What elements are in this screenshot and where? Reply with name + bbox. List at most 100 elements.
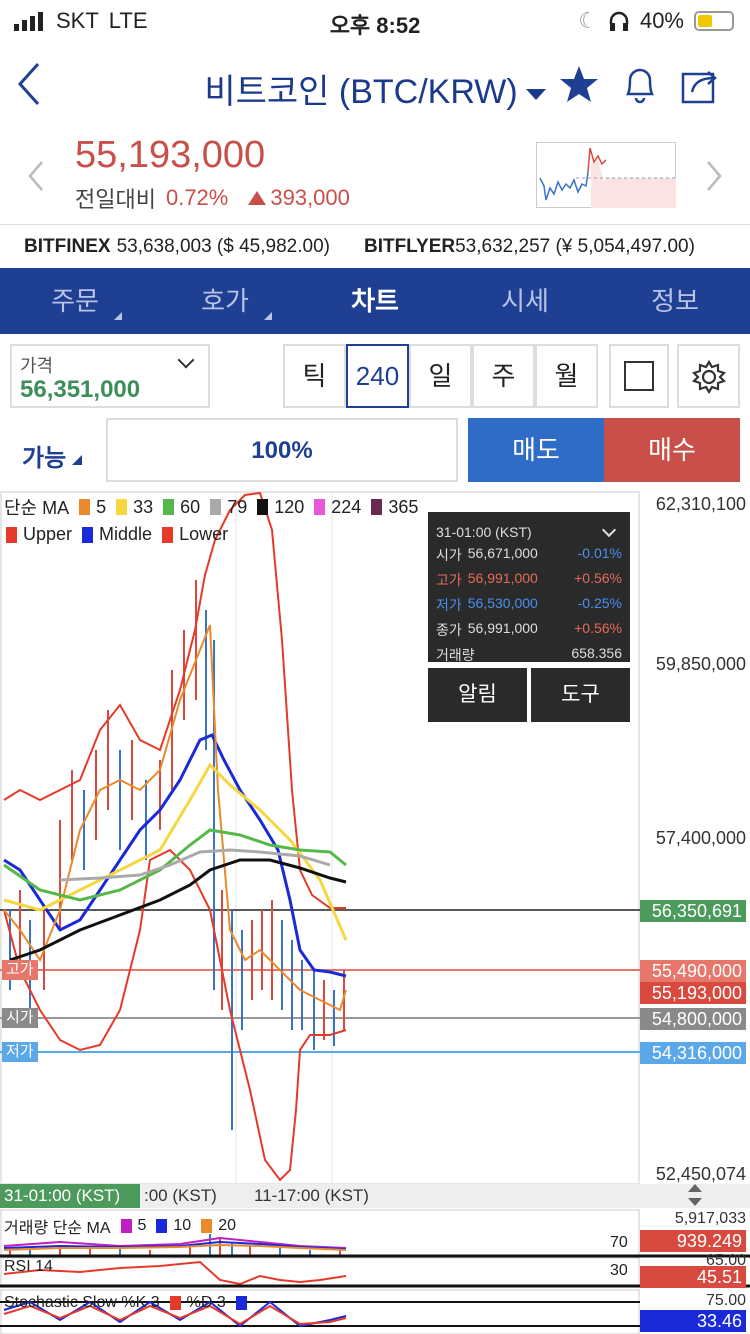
chart-canvas[interactable]: [0, 490, 750, 1334]
timeframe-tick[interactable]: 틱: [283, 344, 346, 408]
tooltip-value: [475, 645, 572, 665]
band-name: Lower: [179, 524, 229, 544]
ma-period: 79: [227, 496, 248, 517]
rsi-70-label: 70: [610, 1234, 628, 1251]
chevron-down-icon[interactable]: [601, 522, 617, 538]
left-open-tag: 시가: [2, 1008, 38, 1028]
stochastic-top-label: 75.00: [705, 1292, 746, 1309]
ma-5-swatch: [79, 499, 91, 515]
ma-224-swatch: [314, 499, 326, 515]
current-price: 55,193,000: [75, 134, 266, 176]
tooltip-pct: +0.56%: [574, 620, 622, 636]
tooltip-row: 저가 56,530,000 -0.25%: [436, 595, 622, 615]
mini-chart[interactable]: [536, 142, 676, 208]
left-high-tag: 고가: [2, 960, 38, 980]
tooltip-label: 고가: [436, 572, 462, 588]
exchange-prices: BITFINEX 53,638,003 ($ 45,982.00) BITFLY…: [0, 224, 750, 268]
prev-arrow-icon[interactable]: [24, 158, 48, 194]
tooltip-pct: 658.356: [571, 645, 622, 661]
tab-orderbook[interactable]: 호가: [150, 268, 300, 334]
up-triangle-icon: [248, 191, 267, 205]
vol-ma-period: 5: [137, 1217, 147, 1234]
middle-swatch: [82, 526, 94, 543]
buy-button[interactable]: 매수: [604, 418, 740, 482]
timeframe-day[interactable]: 일: [409, 344, 472, 408]
tooltip-label: 종가: [436, 622, 462, 638]
tab-quotes[interactable]: 시세: [450, 268, 600, 334]
exchange-name: BITFLYER: [363, 235, 456, 257]
price-summary: 55,193,000 전일대비 0.72% 393,000: [0, 130, 750, 222]
ma-365-swatch: [371, 499, 383, 515]
band-legend: Upper Middle Lower: [0, 524, 228, 545]
star-icon[interactable]: [558, 64, 600, 104]
tab-info[interactable]: 정보: [600, 268, 750, 334]
square-icon: [624, 361, 654, 391]
open-price-tag: 54,800,000: [640, 1008, 746, 1030]
timeframe-week[interactable]: 주: [472, 344, 535, 408]
exchange-value: 53,632,257 (¥ 5,054,497.00): [455, 235, 695, 257]
battery-icon: [694, 11, 734, 31]
headphones-icon: [609, 11, 629, 31]
ma-33-swatch: [116, 499, 128, 515]
x-tick-label: 31-01:00 (KST): [4, 1186, 121, 1205]
ma-120-swatch: [257, 499, 269, 515]
tab-label: 차트: [351, 286, 399, 316]
tooltip-value: 56,671,000: [467, 545, 538, 561]
bell-icon[interactable]: [620, 64, 660, 106]
exchange-value: 53,638,003 ($ 45,982.00): [116, 235, 330, 257]
volume-legend: 거래량 단순 MA 5 10 20: [4, 1214, 236, 1238]
tooltip-pct: -0.01%: [577, 545, 622, 561]
settings-button[interactable]: [677, 344, 740, 408]
rsi-label: RSI 14: [4, 1258, 53, 1275]
ma-60-swatch: [163, 499, 175, 515]
change-row: 전일대비 0.72% 393,000: [75, 182, 350, 214]
change-amount: 393,000: [270, 185, 350, 210]
ma-period: 224: [331, 496, 362, 517]
timeframe-240[interactable]: 240: [346, 344, 409, 408]
status-bar: SKT LTE 오후 8:52 ☾ 40%: [0, 0, 750, 42]
ma-period: 33: [133, 496, 154, 517]
ma-period: 365: [388, 496, 419, 517]
order-row: 가능 100% 매도 매수: [0, 418, 750, 484]
price-chart[interactable]: 단순 MA 5 33 60 79 120 224 365 Upper Middl…: [0, 490, 750, 1334]
battery-percent: 40%: [639, 8, 684, 33]
main-tabs: 주문 호가 차트 시세 정보: [0, 268, 750, 334]
left-low-tag: 저가: [2, 1042, 38, 1062]
band-name: Upper: [23, 524, 73, 544]
available-label: 가능: [22, 445, 67, 472]
y-tick-label: 59,850,000: [655, 654, 746, 674]
band-name: Middle: [99, 524, 153, 544]
corner-icon: [72, 454, 83, 465]
change-amount-wrap: 393,000: [248, 185, 350, 211]
tool-button[interactable]: 도구: [531, 668, 630, 722]
x-tick-label: 11-17:00 (KST): [254, 1186, 369, 1205]
d-swatch: [235, 1296, 247, 1310]
rsi-30-label: 30: [610, 1262, 628, 1279]
ma-period: 60: [180, 496, 201, 517]
exchange-name: BITFINEX: [24, 235, 111, 257]
app-header: 비트코인 (BTC/KRW): [0, 42, 750, 130]
chevron-down-icon: [525, 88, 546, 100]
volume-top-label: 5,917,033: [674, 1210, 746, 1227]
sell-button[interactable]: 매도: [468, 418, 604, 482]
share-icon[interactable]: [680, 64, 722, 106]
tooltip-label: 저가: [436, 597, 462, 613]
tab-chart[interactable]: 차트: [300, 268, 450, 334]
timeframe-month[interactable]: 월: [535, 344, 598, 408]
corner-icon: [114, 312, 122, 320]
fullscreen-button[interactable]: [609, 344, 669, 408]
candle-tooltip: 31-01:00 (KST) 시가 56,671,000 -0.01% 고가 56,9…: [428, 512, 630, 665]
y-tick-label: 52,450,074: [655, 1164, 746, 1184]
available-dropdown[interactable]: 가능: [22, 438, 83, 473]
tab-order[interactable]: 주문: [0, 268, 150, 334]
alarm-button[interactable]: 알림: [428, 668, 527, 722]
percent-selector[interactable]: 100%: [106, 418, 458, 482]
price-selector[interactable]: 가격 56,351,000: [10, 344, 210, 408]
price-box-label: 가격: [20, 356, 54, 376]
current-price-tag: 56,350,691: [640, 900, 746, 922]
next-arrow-icon[interactable]: [702, 158, 726, 194]
x-tick-label: :00 (KST): [144, 1186, 217, 1205]
ma-79-swatch: [210, 499, 222, 515]
chevron-down-icon: [177, 351, 195, 369]
tooltip-value: 56,530,000: [467, 595, 538, 611]
